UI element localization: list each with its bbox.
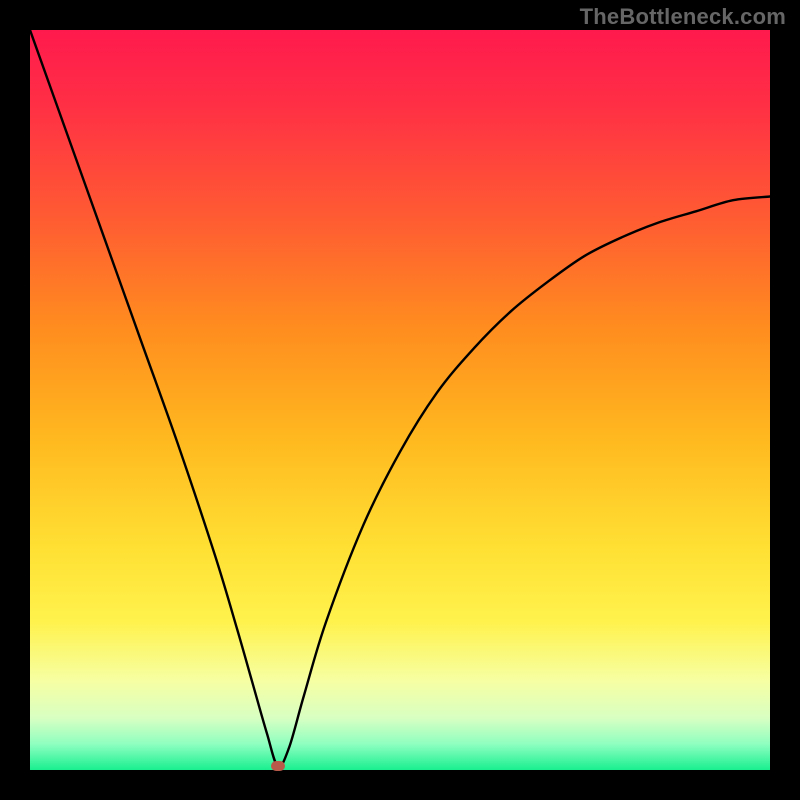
gradient-background [30,30,770,770]
watermark-text: TheBottleneck.com [580,4,786,30]
chart-frame: TheBottleneck.com [0,0,800,800]
optimal-point-marker [271,761,285,771]
plot-area [30,30,770,770]
gradient-plot-svg [30,30,770,770]
